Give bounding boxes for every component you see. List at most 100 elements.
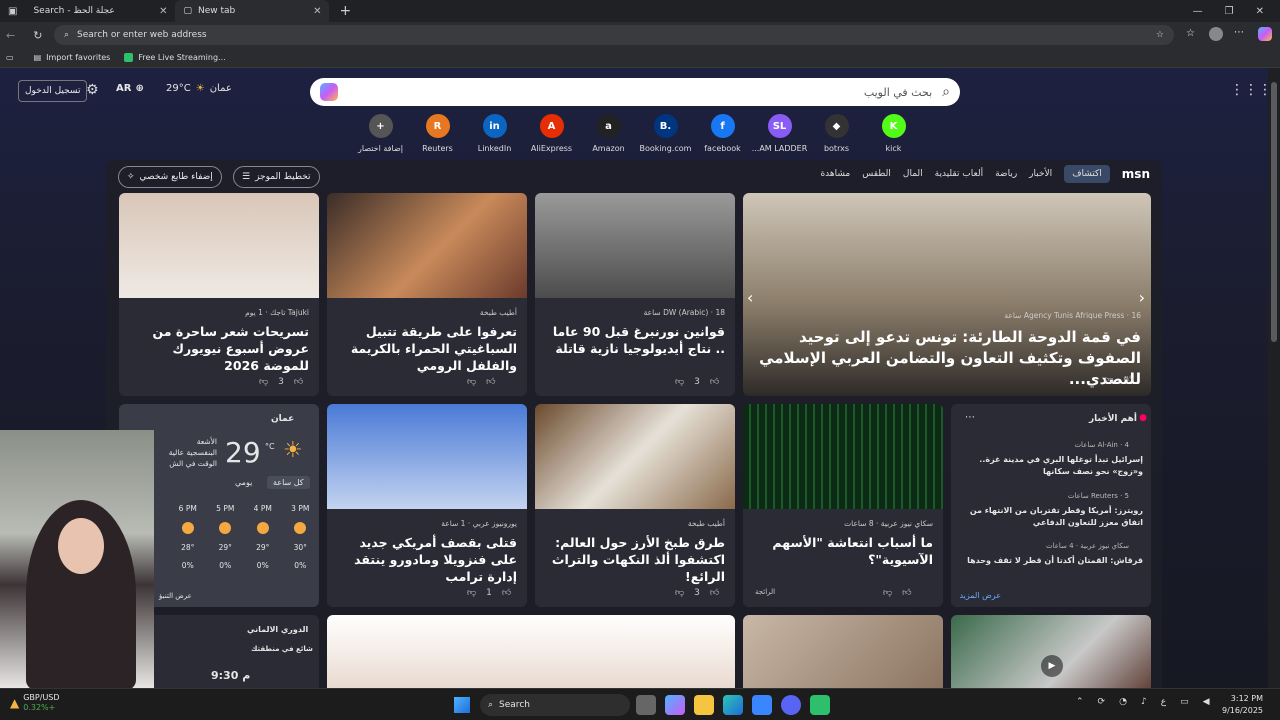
scrollbar-thumb[interactable] [1271,82,1277,342]
close-tab-icon[interactable]: ✕ [313,6,321,17]
dislike-icon[interactable]: 👎︎ [1104,375,1113,385]
dislike-icon[interactable]: 👎︎ [467,377,476,387]
close-window-icon[interactable]: ✕ [1256,6,1264,17]
like-icon[interactable]: 👍︎ [294,377,303,387]
tab-money[interactable]: المال [903,169,923,179]
shortcut-item[interactable]: R Reuters [409,114,466,153]
scrollbar[interactable] [1268,68,1280,688]
like-icon[interactable]: 👍︎ [486,377,495,387]
dislike-icon[interactable]: 👎︎ [675,588,684,598]
next-arrow-icon[interactable]: › [1139,288,1145,307]
shortcut-item[interactable]: B. Booking.com [637,114,694,153]
edge-icon[interactable] [723,695,743,715]
layout-button[interactable]: ☰ تخطيط الموجز [233,166,320,188]
restore-icon[interactable]: ❐ [1225,6,1234,17]
tab-hourly[interactable]: كل ساعة [267,476,310,489]
back-icon[interactable]: ← [6,29,15,42]
copilot-icon[interactable] [1258,27,1272,41]
gear-icon[interactable]: ⚙ [86,82,99,98]
ticker-widget[interactable]: ▲ GBP/USD 0.32%+ [10,693,60,713]
star-icon[interactable]: ☆ [1156,30,1164,40]
news-card[interactable]: أطيب طبخة تعرفوا على طريقة تتبيل السباغي… [327,193,527,396]
windows-start-icon[interactable] [454,697,470,713]
play-icon[interactable]: ▶ [1041,655,1063,677]
copilot-icon[interactable] [665,695,685,715]
more-options-icon[interactable]: ⋯ [965,412,975,423]
shortcut-item[interactable]: A AliExpress [523,114,580,153]
shortcut-item[interactable]: ◆ botrxs [808,114,865,153]
tab-news[interactable]: الأخبار [1029,169,1052,179]
like-icon[interactable]: 👍︎ [502,588,511,598]
login-button[interactable]: تسجيل الدخول [18,80,88,102]
fav-streaming[interactable]: Free Live Streaming... [124,53,226,62]
tab-games[interactable]: ألعاب تقليدية [935,169,983,179]
dislike-icon[interactable]: 👎︎ [259,377,268,387]
shortcut-item[interactable]: f facebook [694,114,751,153]
news-card[interactable] [743,615,943,688]
like-icon[interactable]: 👍︎ [1124,375,1133,385]
apps-grid-icon[interactable]: ⋮⋮⋮ [1230,82,1268,98]
shortcut-item[interactable]: Kkick [865,114,922,153]
sync-icon[interactable]: ⟳ [1098,697,1106,707]
like-icon[interactable]: 👍︎ [710,377,719,387]
dislike-icon[interactable]: 👎︎ [467,588,476,598]
language-indicator[interactable]: ع [1161,697,1166,707]
news-card[interactable]: يورونيوز عربي · 1 ساعة قتلى بقصف أمريكي … [327,404,527,607]
like-icon[interactable]: 👍︎ [902,588,911,598]
chevron-up-icon[interactable]: ⌃ [1076,697,1084,707]
more-icon[interactable]: ⋯ [1234,27,1244,38]
shortcut-item[interactable]: + إضافة اختصار [352,114,409,153]
import-favorites[interactable]: ▤ Import favorites [34,53,111,62]
display-icon[interactable]: ▭ [1180,697,1189,707]
news-card[interactable]: أطيب طبخة طرق طبخ الأرز حول العالم: اكتش… [535,404,735,607]
weather-top[interactable]: 29°C ☀ عمان [166,83,232,94]
network-icon[interactable]: ◔ [1119,697,1127,707]
tab-daily[interactable]: يومي [235,478,252,487]
task-view-icon[interactable] [636,695,656,715]
shortcut-item[interactable]: in LinkedIn [466,114,523,153]
dislike-icon[interactable]: 👎︎ [883,588,892,598]
news-card[interactable]: Tajuki تاجك · 1 يوم تسريحات شعر ساحرة من… [119,193,319,396]
volume-icon[interactable]: ◀ [1203,697,1210,707]
news-card[interactable] [327,615,735,688]
discord-icon[interactable] [781,695,801,715]
video-card[interactable]: ▶ [951,615,1151,688]
taskbar-search[interactable]: ⌕ Search [480,694,630,716]
personalize-button[interactable]: ✧ إضفاء طابع شخصي [118,166,222,188]
avatar[interactable] [1209,27,1223,41]
store-icon[interactable] [752,695,772,715]
shortcut-item[interactable]: a Amazon [580,114,637,153]
shortcut-item[interactable]: SL ...AM LADDER [751,114,808,153]
like-icon[interactable]: 👍︎ [710,588,719,598]
copilot-icon[interactable] [320,83,338,101]
refresh-icon[interactable]: ↻ [33,29,42,42]
address-input[interactable]: ⌕ Search or enter web address ☆ [54,25,1174,45]
tab-watch[interactable]: مشاهدة [820,169,850,179]
tab-search[interactable]: Search - عجلة الحظ ✕ [25,0,175,22]
top-news-item[interactable]: رويترز: أمريكا وقطر تقتربان من الانتهاء … [959,505,1143,529]
top-news-item[interactable]: قرقاش: القمتان أكدتا أن قطر لا تقف وحدها [959,555,1143,567]
mic-icon[interactable]: ♪ [1141,697,1147,707]
tab-new[interactable]: ▢ New tab ✕ [175,0,330,22]
tab-sports[interactable]: رياضة [995,169,1017,179]
language-selector[interactable]: AR ⊕ [116,83,144,94]
top-news-item[interactable]: إسرائيل تبدأ توغلها البري في مدينة غزة..… [959,454,1143,478]
favorites-icon[interactable]: ☆ [1186,28,1195,39]
dislike-icon[interactable]: 👎︎ [675,377,684,387]
show-more-link[interactable]: عرض المزيد [959,591,1001,600]
minimize-icon[interactable]: — [1193,6,1203,17]
news-card[interactable]: DW (Arabic) · 18 ساعة قوانين نورنبرغ قبل… [535,193,735,396]
tab-weather[interactable]: الطقس [862,169,891,179]
tab-actions-icon[interactable]: ▣ [8,6,17,17]
new-tab-button[interactable]: + [339,3,351,19]
close-tab-icon[interactable]: ✕ [159,6,167,17]
news-card[interactable]: سكاي نيوز عربية · 8 ساعات ما أسباب انتعا… [743,404,943,607]
prev-arrow-icon[interactable]: ‹ [747,288,753,307]
web-search-box[interactable]: بحث في الويب ⌕ [310,78,960,106]
clock[interactable]: 3:12 PM 9/16/2025 [1222,693,1263,717]
forecast-link[interactable]: عرض التنبؤ [159,592,192,600]
app-icon[interactable] [810,695,830,715]
hero-card[interactable]: ‹ › Agency Tunis Afrique Press · 16 ساعة… [743,193,1151,396]
search-icon[interactable]: ⌕ [942,84,950,100]
reading-icon[interactable]: ▭ [6,53,14,62]
